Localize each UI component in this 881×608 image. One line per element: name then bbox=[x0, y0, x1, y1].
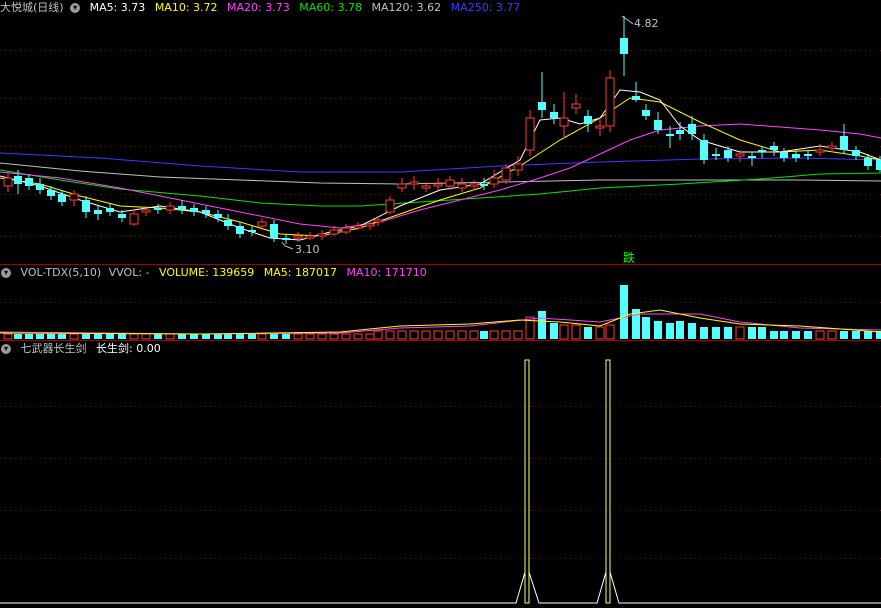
signal-badge: 跌 bbox=[623, 251, 636, 265]
ma20-line bbox=[0, 123, 881, 229]
high-price-label: 4.82 bbox=[634, 17, 659, 30]
grid bbox=[0, 50, 881, 559]
ma120-line bbox=[0, 162, 881, 185]
low-price-label: 3.10 bbox=[295, 243, 320, 256]
ma250-line bbox=[0, 152, 881, 173]
kline-chart[interactable] bbox=[0, 0, 881, 608]
low-marker bbox=[281, 241, 294, 250]
signal-spikes bbox=[0, 359, 881, 604]
volume-bars bbox=[3, 285, 881, 340]
